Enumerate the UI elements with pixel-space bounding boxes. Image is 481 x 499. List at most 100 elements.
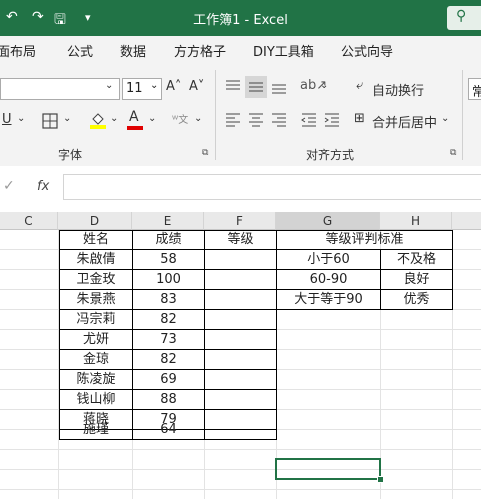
merge-center-button[interactable]: 合并后居中 [372,112,437,131]
menu-formulas[interactable]: 公式 [67,41,93,60]
decrease-indent-icon[interactable] [299,111,319,129]
criteria-range[interactable]: 小于60 [277,250,380,269]
cell-name[interactable]: 陈凌旋 [60,370,132,389]
font-name-dropdown-icon[interactable]: ⌄ [105,80,113,91]
cell-name[interactable]: 尤妍 [60,330,132,349]
column-header-e[interactable]: E [132,212,204,230]
cell-score[interactable]: 83 [133,290,204,309]
cell-name[interactable]: 金琼 [60,350,132,369]
enter-check-icon[interactable]: ✓ [3,178,15,194]
gridline [0,469,481,470]
wrap-text-icon: ⤶ [356,78,364,93]
ribbon: ⌄ 11 ⌄ A˄ A˅ U ⌄ ⌄ ⌄ A ⌄ ᵂ文 ⌄ 字体 ⧉ ab↗ ⌄… [0,64,481,167]
align-right-icon[interactable] [269,111,289,129]
menu-bar: 面布局 公式 数据 方方格子 DIY工具箱 公式向导 [0,36,481,64]
number-format-box[interactable]: 常 [468,78,481,100]
criteria-border [452,230,453,310]
align-center-icon[interactable] [246,111,266,129]
align-bottom-icon[interactable] [269,78,289,96]
underline-dropdown-icon[interactable]: ⌄ [17,113,25,124]
cell-name[interactable]: 朱景燕 [60,290,132,309]
title-bar: ↶ ↷ 🖫 ▾ 工作簿1 - Excel ⚲ [0,0,481,36]
borders-icon[interactable] [42,113,58,129]
criteria-border [276,309,453,310]
search-box[interactable]: ⚲ [447,6,481,30]
gridline [0,489,481,490]
font-size-value: 11 [126,81,143,96]
cell-score[interactable]: 64 [133,420,204,439]
cell-score[interactable]: 82 [133,350,204,369]
align-middle-button[interactable] [245,76,267,98]
selected-cell[interactable] [275,458,381,480]
formula-input[interactable] [63,174,481,200]
criteria-range[interactable]: 大于等于90 [277,290,380,309]
cell-score[interactable]: 73 [133,330,204,349]
column-header-f[interactable]: F [204,212,276,230]
font-name-box[interactable] [0,78,120,100]
column-header-d[interactable]: D [58,212,132,230]
cell-name[interactable]: 卫金玫 [60,270,132,289]
alignment-dialog-launcher-icon[interactable]: ⧉ [450,148,456,158]
borders-dropdown-icon[interactable]: ⌄ [63,113,71,124]
merge-center-icon: ⊞ [354,111,365,126]
header-grade[interactable]: 等级 [205,230,276,249]
criteria-grade[interactable]: 良好 [381,270,452,289]
formula-bar: ✓ fx [0,166,481,206]
gridline [0,449,481,450]
cell-score[interactable]: 58 [133,250,204,269]
criteria-grade[interactable]: 不及格 [381,250,452,269]
font-color-icon[interactable]: A [127,109,143,131]
font-color-dropdown-icon[interactable]: ⌄ [148,113,156,124]
cell-name[interactable]: 施瑾 [60,420,132,439]
table-border [59,439,277,440]
number-format-value: 常 [472,85,481,100]
menu-data[interactable]: 数据 [120,41,146,60]
cell-score[interactable]: 88 [133,390,204,409]
grow-font-button[interactable]: A˄ [166,79,181,94]
column-header-h[interactable]: H [380,212,452,230]
font-size-box[interactable]: 11 ⌄ [122,78,162,100]
table-border [204,230,205,440]
cell-name[interactable]: 朱啟倩 [60,250,132,269]
fill-color-dropdown-icon[interactable]: ⌄ [110,113,118,124]
wrap-text-button[interactable]: 自动换行 [372,80,424,99]
cell-score[interactable]: 82 [133,310,204,329]
align-left-icon[interactable] [223,111,243,129]
worksheet-grid[interactable]: 姓名 成绩 等级 等级评判标准 朱啟倩 58 卫金玫 100 朱景燕 83 冯宗… [0,230,481,499]
header-name[interactable]: 姓名 [60,230,132,249]
header-score[interactable]: 成绩 [133,230,204,249]
menu-page-layout[interactable]: 面布局 [0,41,36,60]
shrink-font-button[interactable]: A˅ [189,79,204,94]
criteria-title[interactable]: 等级评判标准 [277,230,452,249]
alignment-group-label: 对齐方式 [306,148,355,162]
font-dialog-launcher-icon[interactable]: ⧉ [202,148,208,158]
menu-formula-wizard[interactable]: 公式向导 [341,41,393,60]
fill-color-icon[interactable] [89,110,107,130]
ribbon-separator [215,70,216,160]
criteria-grade[interactable]: 优秀 [381,290,452,309]
font-size-dropdown-icon[interactable]: ⌄ [150,80,158,91]
increase-indent-icon[interactable] [322,111,342,129]
cell-name[interactable]: 钱山柳 [60,390,132,409]
menu-diy-toolbox[interactable]: DIY工具箱 [253,41,314,60]
orientation-dropdown-icon[interactable]: ⌄ [320,80,328,91]
cell-name[interactable]: 冯宗莉 [60,310,132,329]
align-top-icon[interactable] [223,78,243,96]
column-header-c[interactable]: C [0,212,58,230]
phonetic-dropdown-icon[interactable]: ⌄ [194,113,202,124]
fill-handle[interactable] [377,476,384,483]
align-middle-icon [249,82,263,92]
cell-score[interactable]: 69 [133,370,204,389]
insert-function-button[interactable]: fx [37,179,49,194]
column-header-g[interactable]: G [276,212,380,230]
menu-ffgz[interactable]: 方方格子 [174,41,226,60]
window-title: 工作簿1 - Excel [193,13,288,28]
merge-center-dropdown-icon[interactable]: ⌄ [441,113,449,124]
criteria-range[interactable]: 60-90 [277,270,380,289]
search-icon: ⚲ [456,8,467,24]
ribbon-separator [462,70,463,160]
column-header-i[interactable] [452,212,481,230]
underline-button[interactable]: U [2,112,12,127]
phonetic-icon[interactable]: ᵂ文 [172,111,188,126]
cell-score[interactable]: 100 [133,270,204,289]
